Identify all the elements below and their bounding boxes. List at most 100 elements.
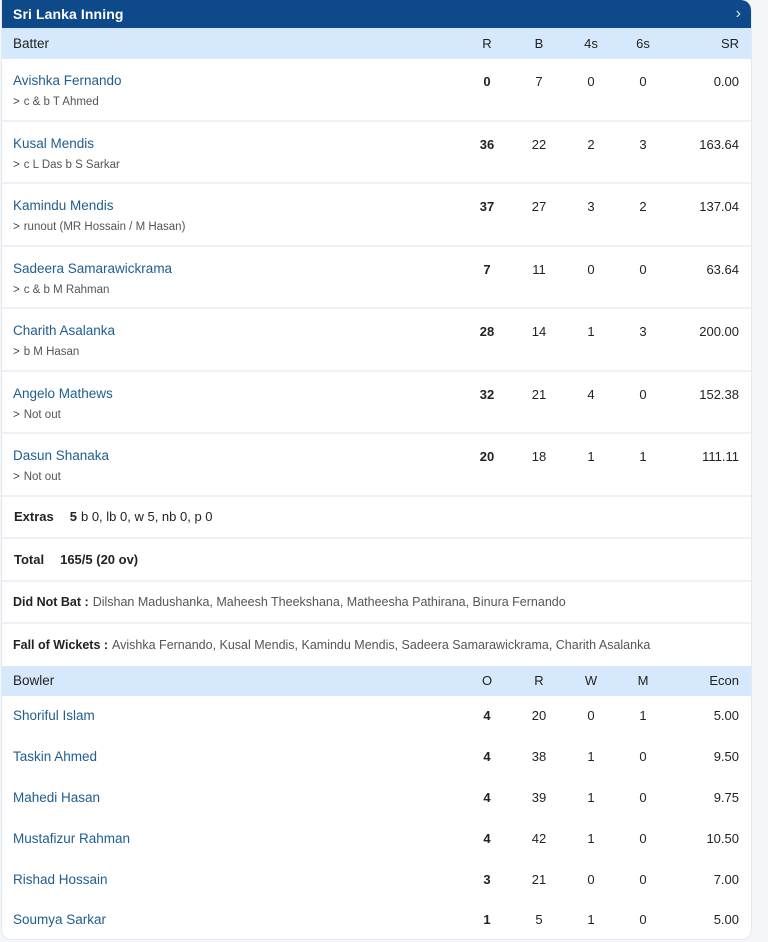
bowler-row: Mahedi Hasan 4 39 1 0 9.75 (2, 777, 751, 818)
batter-name-link[interactable]: Avishka Fernando (13, 73, 461, 88)
col-maidens: M (637, 673, 649, 688)
batter-row: Sadeera Samarawickrama > c & b M Rahman 7 11… (2, 247, 751, 309)
batter-name-link[interactable]: Dasun Shanaka (13, 448, 461, 463)
sixes-value: 3 (639, 136, 647, 152)
batter-name-link[interactable]: Angelo Mathews (13, 386, 461, 401)
batter-row: Avishka Fernando > c & b T Ahmed 0 7 0 0 0.00 (2, 59, 751, 122)
runs-value: 37 (479, 199, 495, 214)
chevron-right-icon: > (13, 96, 20, 108)
strike-rate-value: 163.64 (699, 136, 739, 152)
economy-value: 9.75 (713, 789, 739, 805)
chevron-right-icon: > (13, 346, 20, 358)
maidens-value: 0 (639, 789, 647, 805)
batter-name-link[interactable]: Kamindu Mendis (13, 198, 461, 213)
bowler-row: Rishad Hossain 3 21 0 0 7.00 (2, 859, 751, 900)
bowler-cell: Mustafizur Rahman (2, 831, 461, 846)
batting-table-header: Batter R B 4s 6s SR (2, 28, 751, 59)
strike-rate-value: 111.11 (702, 449, 739, 464)
bowler-cell: Rishad Hossain (2, 872, 461, 887)
batter-row: Charith Asalanka > b M Hasan 28 14 1 3 200.00 (2, 309, 751, 372)
dismissal-text: Not out (23, 408, 61, 421)
dismissal-info: > c & b M Rahman (13, 284, 461, 296)
col-balls: B (534, 36, 544, 51)
batter-name-link[interactable]: Kusal Mendis (13, 136, 461, 151)
balls-value: 27 (531, 199, 547, 214)
batter-cell: Dasun Shanaka > Not out (2, 434, 461, 483)
fours-value: 4 (587, 386, 595, 402)
total-row: Total 165/5 (20 ov) (2, 539, 751, 582)
bowler-row: Mustafizur Rahman 4 42 1 0 10.50 (2, 818, 751, 859)
bowling-table-header: Bowler O R W M Econ (2, 665, 751, 696)
fall-of-wickets-row: Fall of Wickets : Avishka Fernando, Kusa… (2, 624, 751, 666)
sixes-value: 0 (639, 386, 647, 402)
bowler-name-link[interactable]: Mustafizur Rahman (13, 831, 461, 846)
bowler-row: Soumya Sarkar 1 5 1 0 5.00 (2, 899, 751, 939)
runs-value: 0 (483, 74, 491, 89)
bowler-cell: Soumya Sarkar (2, 912, 461, 927)
dismissal-text: b M Hasan (23, 346, 80, 358)
fours-value: 0 (587, 74, 595, 89)
chevron-right-icon: > (13, 471, 20, 483)
bowler-name-link[interactable]: Shoriful Islam (13, 708, 461, 723)
chevron-right-icon: > (13, 283, 20, 296)
batter-cell: Angelo Mathews > Not out (2, 372, 461, 421)
dismissal-text: runout (MR Hossain / M Hasan) (23, 221, 186, 233)
innings-header[interactable]: Sri Lanka Inning › (2, 0, 751, 28)
batter-cell: Sadeera Samarawickrama > c & b M Rahman (2, 247, 461, 296)
wickets-value: 1 (587, 789, 595, 805)
dismissal-info: > c L Das b S Sarkar (13, 159, 461, 171)
extras-detail: b 0, lb 0, w 5, nb 0, p 0 (80, 509, 213, 525)
did-not-bat-value: Dilshan Madushanka, Maheesh Theekshana, … (92, 594, 566, 609)
runs-value: 7 (483, 261, 491, 277)
runs-conceded-value: 21 (531, 871, 547, 887)
bowler-row: Taskin Ahmed 4 38 1 0 9.50 (2, 736, 751, 777)
col-wickets: W (584, 673, 598, 688)
runs-conceded-value: 20 (531, 708, 547, 724)
chevron-right-icon[interactable]: › (736, 6, 741, 22)
bowler-name-link[interactable]: Soumya Sarkar (13, 912, 461, 927)
bowler-name-link[interactable]: Mahedi Hasan (13, 790, 461, 805)
fours-value: 1 (587, 324, 595, 339)
bowler-cell: Shoriful Islam (2, 708, 461, 723)
runs-value: 36 (479, 136, 495, 152)
balls-value: 21 (531, 386, 547, 402)
wickets-value: 0 (587, 871, 595, 887)
strike-rate-value: 200.00 (699, 324, 739, 339)
bowler-name-link[interactable]: Taskin Ahmed (13, 749, 461, 764)
bowler-name-link[interactable]: Rishad Hossain (13, 872, 461, 887)
dismissal-text: c & b T Ahmed (23, 96, 99, 108)
batting-rows: Avishka Fernando > c & b T Ahmed 0 7 0 0 0.00 Ku… (2, 59, 751, 497)
runs-value: 28 (479, 324, 495, 339)
batter-name-link[interactable]: Charith Asalanka (13, 323, 461, 338)
chevron-right-icon: > (13, 408, 20, 421)
col-strike-rate: SR (720, 36, 739, 51)
wickets-value: 0 (587, 708, 595, 724)
fours-value: 1 (587, 449, 595, 464)
bowler-cell: Taskin Ahmed (2, 749, 461, 764)
total-label: Total (14, 551, 45, 567)
scorecard-card: Sri Lanka Inning › Batter R B 4s 6s SR A… (1, 0, 752, 940)
fall-of-wickets-value: Avishka Fernando, Kusal Mendis, Kamindu … (112, 637, 651, 652)
did-not-bat-row: Did Not Bat : Dilshan Madushanka, Mahees… (2, 582, 751, 624)
economy-value: 5.00 (713, 708, 739, 724)
dismissal-info: > c & b T Ahmed (13, 96, 461, 108)
col-batter: Batter (13, 36, 50, 51)
bowler-cell: Mahedi Hasan (2, 790, 461, 805)
maidens-value: 0 (639, 749, 647, 765)
extras-row: Extras 5 b 0, lb 0, w 5, nb 0, p 0 (2, 497, 751, 539)
overs-value: 4 (483, 708, 491, 724)
total-value: 165/5 (20 ov) (60, 551, 139, 567)
sixes-value: 1 (639, 449, 647, 464)
runs-conceded-value: 5 (535, 912, 543, 928)
strike-rate-value: 0.00 (713, 74, 739, 89)
extras-label: Extras (14, 509, 54, 525)
overs-value: 1 (483, 912, 491, 928)
batter-cell: Charith Asalanka > b M Hasan (2, 309, 461, 358)
batter-row: Angelo Mathews > Not out 32 21 4 0 152.38 (2, 372, 751, 434)
batter-name-link[interactable]: Sadeera Samarawickrama (13, 261, 461, 276)
sixes-value: 0 (639, 74, 647, 89)
wickets-value: 1 (587, 912, 595, 928)
col-fours: 4s (584, 36, 598, 51)
batter-row: Dasun Shanaka > Not out 20 18 1 1 111.11 (2, 434, 751, 497)
dismissal-info: > Not out (13, 471, 461, 483)
